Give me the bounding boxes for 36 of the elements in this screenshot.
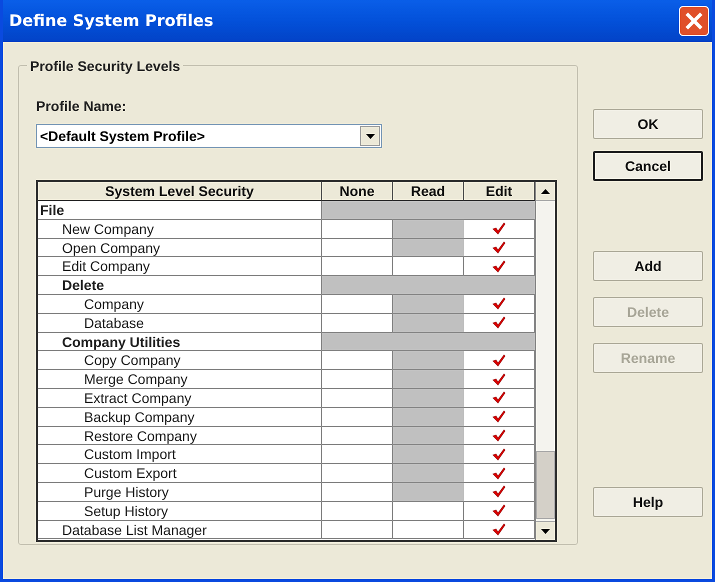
checkmark-icon [492,504,506,518]
close-button[interactable] [679,6,709,36]
dropdown-value: <Default System Profile> [39,126,205,146]
checkmark-icon [492,410,506,424]
checkmark-icon [492,222,506,236]
scroll-thumb[interactable] [536,451,555,519]
dialog-button[interactable]: Cancel [593,151,703,181]
checkmark-icon [492,297,506,310]
column-header[interactable]: None [322,182,393,200]
checkmark-icon [492,485,506,498]
up-arrow-icon [541,188,550,194]
dropdown-button[interactable] [360,126,380,146]
scroll-up-button[interactable] [536,182,555,201]
window-title: Define System Profiles [9,10,214,32]
scrollbar[interactable] [535,182,555,540]
checkmark-icon [492,316,506,330]
profile-label: Profile Name: [36,97,128,114]
profile-dropdown[interactable]: <Default System Profile> [36,124,382,148]
checkmark-icon [492,391,506,404]
checkmark-icon [492,354,506,367]
column-header[interactable]: Read [393,182,464,200]
caret-icon [366,134,374,138]
column-header[interactable]: System Level Security [38,182,322,200]
dialog-button[interactable]: OK [593,109,703,139]
checkmark-icon [492,428,506,442]
checkmark-icon [492,522,506,536]
checkmark-icon [492,240,506,254]
close-icon [685,12,703,30]
checkmark-icon [492,466,506,480]
checkmark-icon [492,448,506,461]
dialog-button[interactable]: Add [593,251,703,281]
checkmark-icon [492,260,506,273]
dialog-button[interactable]: Help [593,487,703,517]
checkmark-icon [492,372,506,386]
scroll-down-button[interactable] [536,521,555,540]
down-arrow-icon [541,528,550,534]
